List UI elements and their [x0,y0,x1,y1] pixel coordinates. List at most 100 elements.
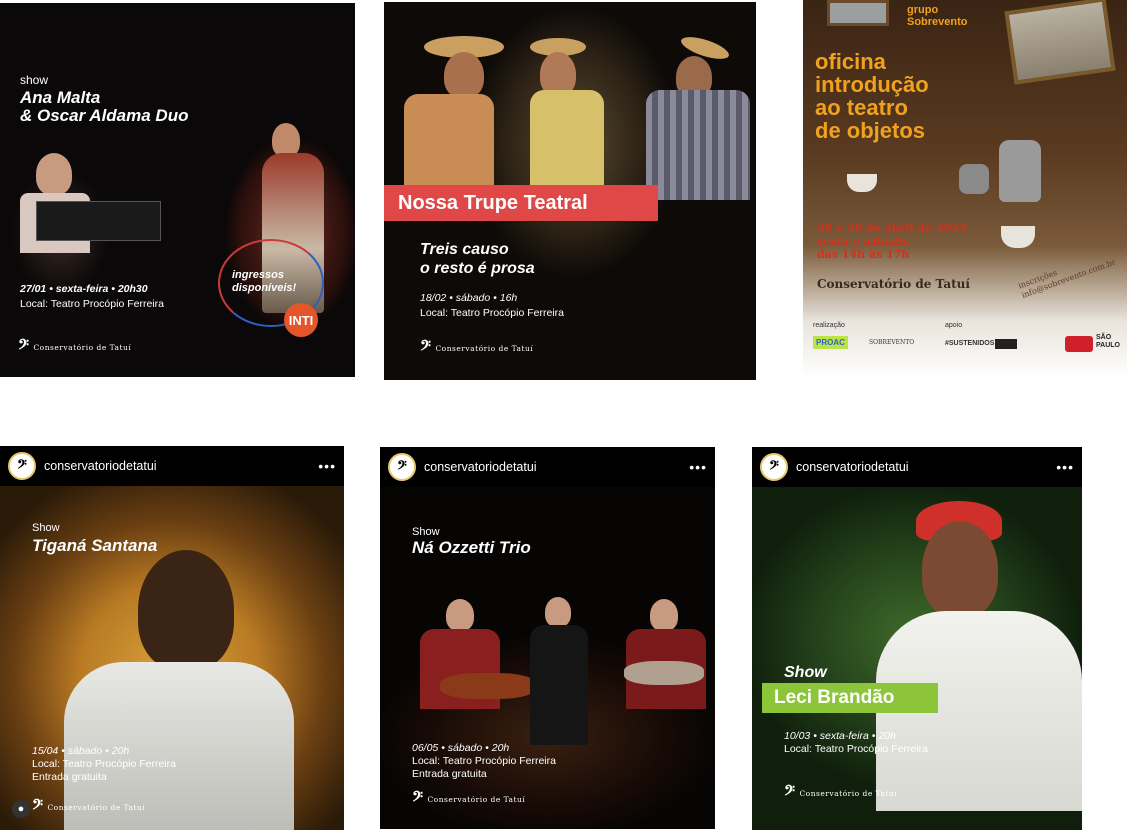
teacup-right [1001,226,1035,248]
bass-clef-icon: 𝄢 [784,783,796,803]
musician-left-face [446,599,474,631]
logo-text: Conservatório de Tatuí [427,795,526,804]
show-title: Ná Ozzetti Trio [412,538,531,557]
profile-avatar[interactable]: 𝄢 [760,453,788,481]
poster-ana-malta[interactable]: show Ana Malta & Oscar Aldama Duo 27/01 … [0,3,355,377]
guitar-left [440,673,536,699]
show-venue: Local: Teatro Procópio Ferreira [412,755,556,767]
more-horizontal-icon[interactable]: ••• [1056,459,1074,475]
instagram-post-header: 𝄢 conservatoriodetatui ••• [380,447,715,487]
instagram-post-header: 𝄢 conservatoriodetatui ••• [0,446,344,486]
workshop-dates-line1: 28 e 29 de abril de 2023 [817,222,967,235]
conservatorio-logo: 𝄢 Conservatório de Tatuí [412,791,525,808]
bass-clef-icon: 𝄢 [32,797,44,817]
show-title-line2: & Oscar Aldama Duo [20,106,189,125]
show-kicker: show [20,73,49,87]
show-date: 27/01 • sexta-feira • 20h30 [20,283,148,295]
realizacao-label: realização [813,322,845,329]
singer-body [530,625,588,745]
logo-text: Conservatório de Tatuí [33,343,132,352]
guitar-right [624,661,704,685]
show-kicker: Show [412,526,440,538]
play-venue: Local: Teatro Procópio Ferreira [420,307,564,319]
conservatorio-logo: 𝄢 Conservatório de Tatuí [420,340,533,357]
instagram-post-na-ozzetti[interactable]: 𝄢 conservatoriodetatui ••• Show Ná Ozzet… [380,447,715,829]
poster-nossa-trupe[interactable]: Nossa Trupe Teatral Treis causo o resto … [384,2,756,380]
inti-logo[interactable]: INTI [284,303,318,337]
play-date: 18/02 • sábado • 16h [420,292,518,304]
pianist-figure [36,153,72,195]
sponsor-sp-line1: SÃO [1096,334,1112,341]
workshop-dates: 28 e 29 de abril de 2023 sexta e sábado,… [817,222,967,261]
show-date: 15/04 • sábado • 20h [32,745,130,757]
actor-middle-body [530,90,604,190]
show-kicker: Show [32,522,60,534]
instagram-post-tigana[interactable]: 𝄢 conservatoriodetatui ••• Show Tiganá S… [0,446,344,830]
bass-clef-icon: 𝄢 [18,337,30,357]
sponsor-sp-flag [1065,336,1093,352]
teapot-small [959,164,989,194]
tickets-badge-line2: disponíveis! [232,282,297,294]
show-title-line1: Ana Malta [20,88,101,107]
sponsor-mark [995,339,1017,349]
show-venue: Local: Teatro Procópio Ferreira [32,758,176,770]
profile-username[interactable]: conservatoriodetatui [424,460,681,474]
instagram-post-header: 𝄢 conservatoriodetatui ••• [752,447,1082,487]
instagram-post-leci-brandao[interactable]: 𝄢 conservatoriodetatui ••• Show Leci Bra… [752,447,1082,830]
artist-face [922,521,998,617]
group-line2: Sobrevento [907,16,968,28]
workshop-title-line2: introdução [815,72,929,97]
tickets-badge-text[interactable]: ingressos disponíveis! [232,269,296,295]
actor-left-body [404,94,494,194]
singer-figure [272,123,300,157]
logo-text: Conservatório de Tatuí [799,789,898,798]
play-title-line2: o resto é prosa [420,260,535,277]
profile-avatar[interactable]: 𝄢 [388,453,416,481]
more-horizontal-icon[interactable]: ••• [318,458,336,474]
musician-right-face [650,599,678,631]
troupe-banner: Nossa Trupe Teatral [384,185,658,221]
more-horizontal-icon[interactable]: ••• [689,459,707,475]
play-title-line1: Treis causo [420,241,509,258]
show-venue: Local: Teatro Procópio Ferreira [20,298,164,310]
show-date: 06/05 • sábado • 20h [412,742,510,754]
sponsor-proac: PROAC [813,336,848,349]
workshop-title-line4: de objetos [815,118,926,143]
group-line1: grupo [907,4,939,16]
workshop-dates-line2: sexta e sábado, [817,235,911,248]
bass-clef-icon: 𝄢 [420,338,432,358]
show-title: Tiganá Santana [32,536,158,555]
logo-text: Conservatório de Tatuí [47,803,146,812]
logo-text: Conservatório de Tatuí [435,344,534,353]
profile-avatar[interactable]: 𝄢 [8,452,36,480]
show-entry: Entrada gratuita [412,768,487,780]
sponsor-sustenidos: #SUSTENIDOS [945,340,995,347]
actor-right-body [646,90,750,200]
actor-left-face [444,52,484,98]
profile-username[interactable]: conservatoriodetatui [44,459,310,473]
singer-face [545,597,571,627]
workshop-place: Conservatório de Tatuí [817,277,970,291]
music-stand [36,201,161,241]
profile-username[interactable]: conservatoriodetatui [796,460,1048,474]
teapot-tall [999,140,1041,202]
sponsor-sp-text: SÃO PAULO [1096,334,1120,350]
teacup-left [847,174,877,192]
show-kicker: Show [784,664,827,681]
window-left [827,0,889,26]
apoio-label: apoio [945,322,963,329]
show-entry: Entrada gratuita [32,771,107,783]
conservatorio-logo: 𝄢 Conservatório de Tatuí [32,799,145,816]
poster-oficina-sobrevento[interactable]: grupo Sobrevento oficina introdução ao t… [803,0,1127,378]
user-icon[interactable]: ● [12,800,30,818]
sponsor-sobrevento: SOBREVENTO [869,339,915,346]
conservatorio-logo: 𝄢 Conservatório de Tatuí [18,339,131,356]
group-name: grupo Sobrevento [907,4,968,28]
show-venue: Local: Teatro Procópio Ferreira [784,743,928,755]
workshop-title: oficina introdução ao teatro de objetos [815,50,929,142]
tickets-badge-line1: ingressos [232,269,284,281]
conservatorio-logo: 𝄢 Conservatório de Tatuí [784,785,897,802]
artist-face [138,550,234,670]
show-date: 10/03 • sexta-feira • 20h [784,730,896,742]
sponsor-sp-line2: PAULO [1096,342,1120,349]
